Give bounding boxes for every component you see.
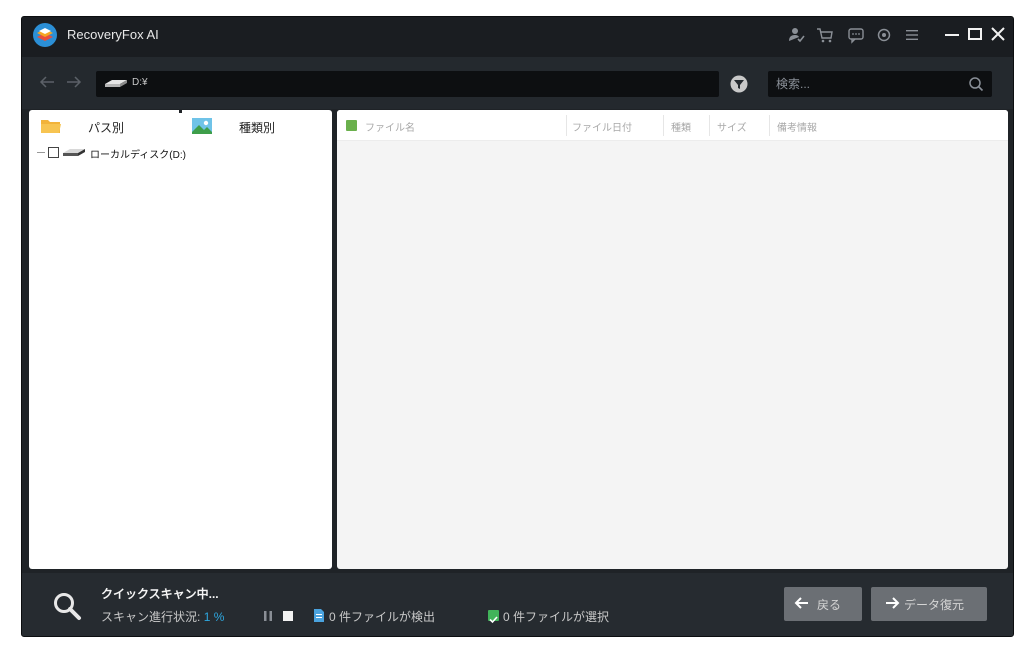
stop-icon[interactable] [283,611,293,621]
file-icon [314,609,324,622]
app-window: RecoveryFox AI D:¥ 検索... パス別 種類別 ローカルディス… [21,16,1014,637]
status-bar: クイックスキャン中... スキャン進行状況: 1 % 0 件ファイルが検出 0 … [22,573,1013,636]
search-icon[interactable] [968,76,984,92]
file-list-panel: ファイル名 ファイル日付 種類 サイズ 備考情報 [337,110,1008,569]
back-button[interactable]: 戻る [784,587,862,621]
table-header: ファイル名 ファイル日付 種類 サイズ 備考情報 [337,110,1008,141]
feedback-icon[interactable] [847,26,865,44]
recover-button-label: データ復元 [904,598,965,612]
select-all-checkbox[interactable] [346,120,357,131]
progress-value: 1 % [203,610,225,624]
progress-label: スキャン進行状況: [101,610,201,624]
column-type[interactable]: 種類 [671,119,691,134]
minimize-icon[interactable] [942,24,962,44]
app-title: RecoveryFox AI [67,27,159,42]
account-icon[interactable] [787,26,805,44]
tree-checkbox[interactable] [48,147,59,158]
left-panel: パス別 種類別 ローカルディスク(D:) [29,110,332,569]
tree-item-label: ローカルディスク(D:) [90,150,186,161]
close-icon[interactable] [988,24,1008,44]
tree-connector [37,152,45,153]
title-bar: RecoveryFox AI [22,17,1013,57]
files-selected-text: 0 件ファイルが選択 [503,610,610,624]
column-divider [709,115,710,136]
tab-by-type[interactable]: 種類別 [191,116,311,140]
column-divider [769,115,770,136]
filter-icon[interactable] [730,75,748,93]
maximize-icon[interactable] [965,24,985,44]
cart-icon[interactable] [816,26,834,44]
recover-data-button[interactable]: データ復元 [871,587,987,621]
image-icon [192,118,212,134]
column-divider [663,115,664,136]
arrow-right-icon [886,597,900,609]
pause-icon[interactable] [262,610,274,622]
tab-label: 種類別 [239,121,276,135]
search-box[interactable] [768,71,992,97]
tab-by-path[interactable]: パス別 [40,116,160,140]
column-file-date[interactable]: ファイル日付 [572,119,632,134]
column-divider [566,115,567,136]
folder-icon [41,120,61,133]
search-input[interactable] [776,75,961,93]
tab-indicator [179,110,182,113]
current-path: D:¥ [132,77,148,88]
arrow-left-icon [794,597,808,609]
navigation-toolbar: D:¥ [22,57,1013,109]
menu-icon[interactable] [903,26,921,44]
forward-arrow-icon[interactable] [66,75,82,89]
column-size[interactable]: サイズ [717,119,747,134]
checked-box-icon [488,610,499,624]
scan-progress: スキャン進行状況: 1 % [101,608,224,625]
tab-label: パス別 [88,121,125,135]
back-button-label: 戻る [817,598,842,612]
files-found-text: 0 件ファイルが検出 [329,610,436,624]
settings-icon[interactable] [875,26,893,44]
back-arrow-icon[interactable] [39,75,55,89]
column-file-name[interactable]: ファイル名 [365,119,415,134]
drive-icon [105,80,127,87]
drive-icon [63,149,85,156]
scan-status-title: クイックスキャン中... [101,587,219,601]
app-logo-icon [33,23,57,47]
column-notes[interactable]: 備考情報 [777,119,817,134]
scan-magnifier-icon [54,593,81,620]
path-bar[interactable]: D:¥ [96,71,719,97]
